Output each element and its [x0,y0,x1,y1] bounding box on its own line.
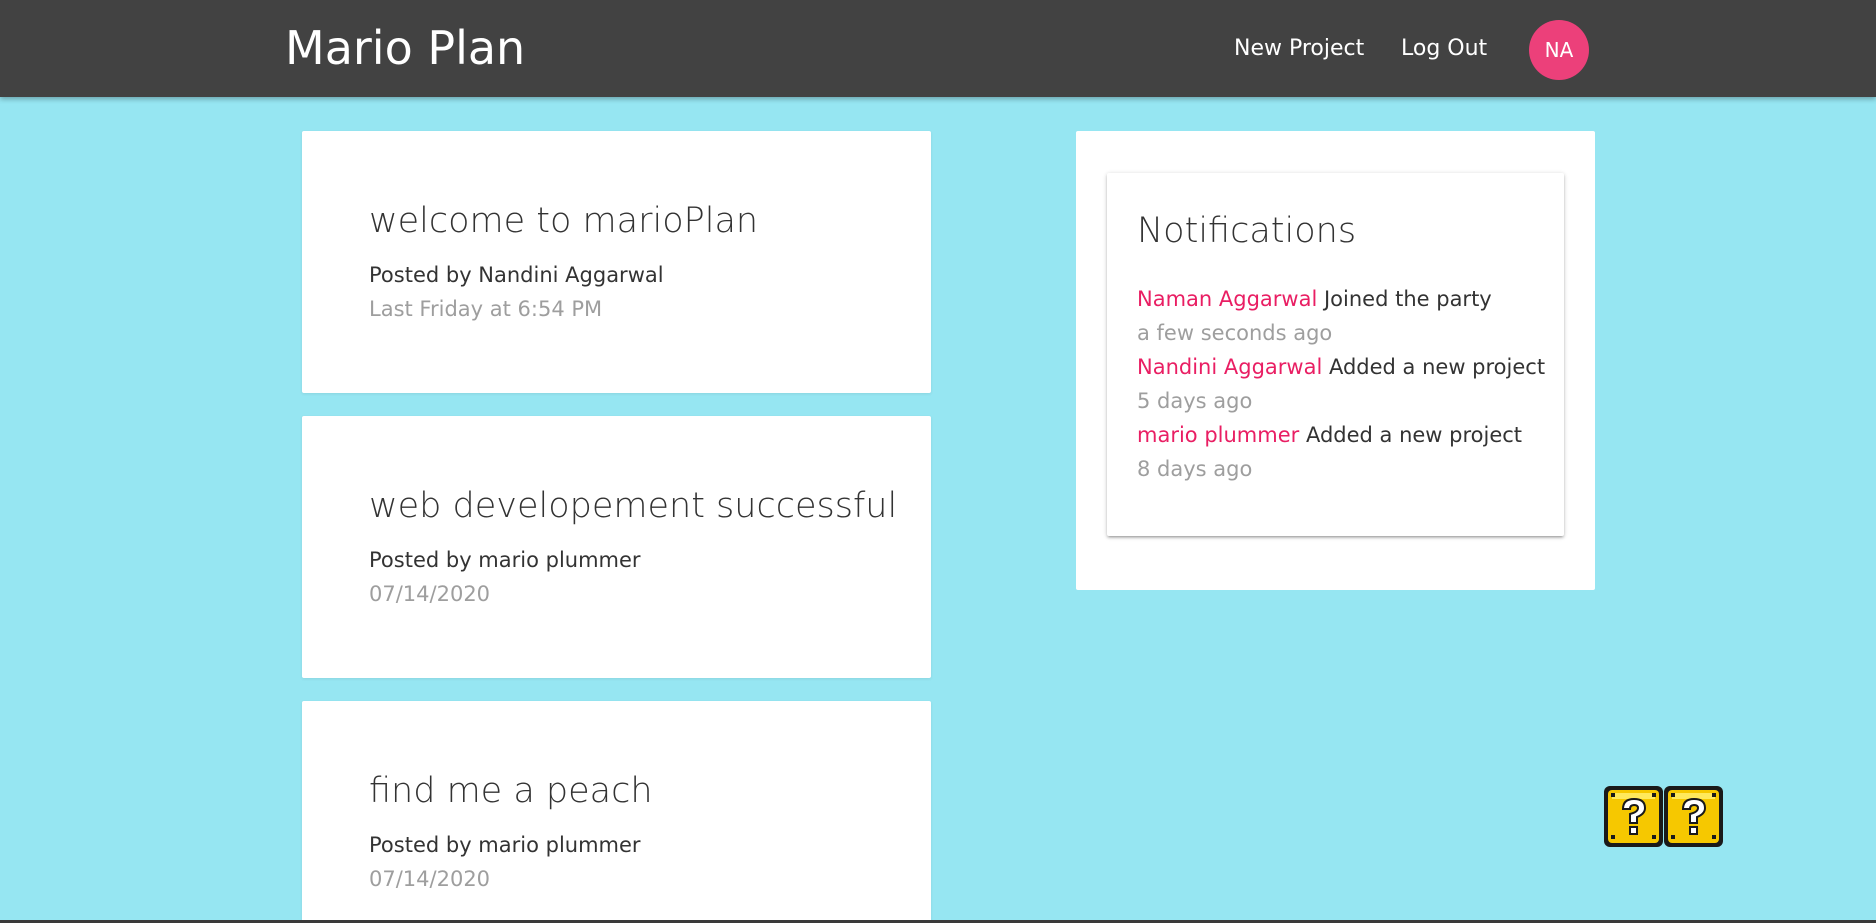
notification-content: Added a new project [1328,355,1546,379]
project-title: find me a peach [369,771,653,811]
notification-item: Naman Aggarwal Joined the party a few se… [1137,282,1545,350]
notification-user[interactable]: mario plummer [1137,423,1299,447]
project-author: Posted by mario plummer [369,548,641,572]
project-author: Posted by mario plummer [369,833,641,857]
navbar: Mario Plan New Project Log Out NA [0,0,1876,97]
project-date: 07/14/2020 [369,582,491,606]
project-card[interactable]: welcome to marioPlan Posted by Nandini A… [302,131,931,393]
notification-time: a few seconds ago [1137,321,1333,345]
brand-logo[interactable]: Mario Plan [285,18,525,78]
notification-line: Naman Aggarwal Joined the party [1137,282,1545,316]
notification-time: 5 days ago [1137,389,1253,413]
notifications-panel: Notifications Naman Aggarwal Joined the … [1076,131,1595,590]
notification-item: Nandini Aggarwal Added a new project 5 d… [1137,350,1545,418]
question-block-icon [1664,786,1723,847]
notification-content: Joined the party [1323,287,1492,311]
question-block-icon [1604,786,1663,847]
question-blocks-decoration [1604,786,1723,847]
project-date: 07/14/2020 [369,867,491,891]
notifications-title: Notifications [1137,211,1357,251]
notification-line: Nandini Aggarwal Added a new project [1137,350,1545,384]
notification-item: mario plummer Added a new project 8 days… [1137,418,1545,486]
new-project-link[interactable]: New Project [1234,34,1364,64]
notifications-list: Naman Aggarwal Joined the party a few se… [1137,282,1545,486]
notifications-card: Notifications Naman Aggarwal Joined the … [1107,173,1564,536]
project-card[interactable]: find me a peach Posted by mario plummer … [302,701,931,923]
project-author: Posted by Nandini Aggarwal [369,263,664,287]
project-date: Last Friday at 6:54 PM [369,297,603,321]
project-title: welcome to marioPlan [369,201,759,241]
project-title: web developement successful [369,486,898,526]
notification-user[interactable]: Naman Aggarwal [1137,287,1317,311]
project-card[interactable]: web developement successful Posted by ma… [302,416,931,678]
notification-content: Added a new project [1305,423,1523,447]
notification-time: 8 days ago [1137,457,1253,481]
notification-line: mario plummer Added a new project [1137,418,1545,452]
notification-user[interactable]: Nandini Aggarwal [1137,355,1322,379]
log-out-link[interactable]: Log Out [1401,34,1487,64]
user-avatar[interactable]: NA [1529,20,1589,80]
